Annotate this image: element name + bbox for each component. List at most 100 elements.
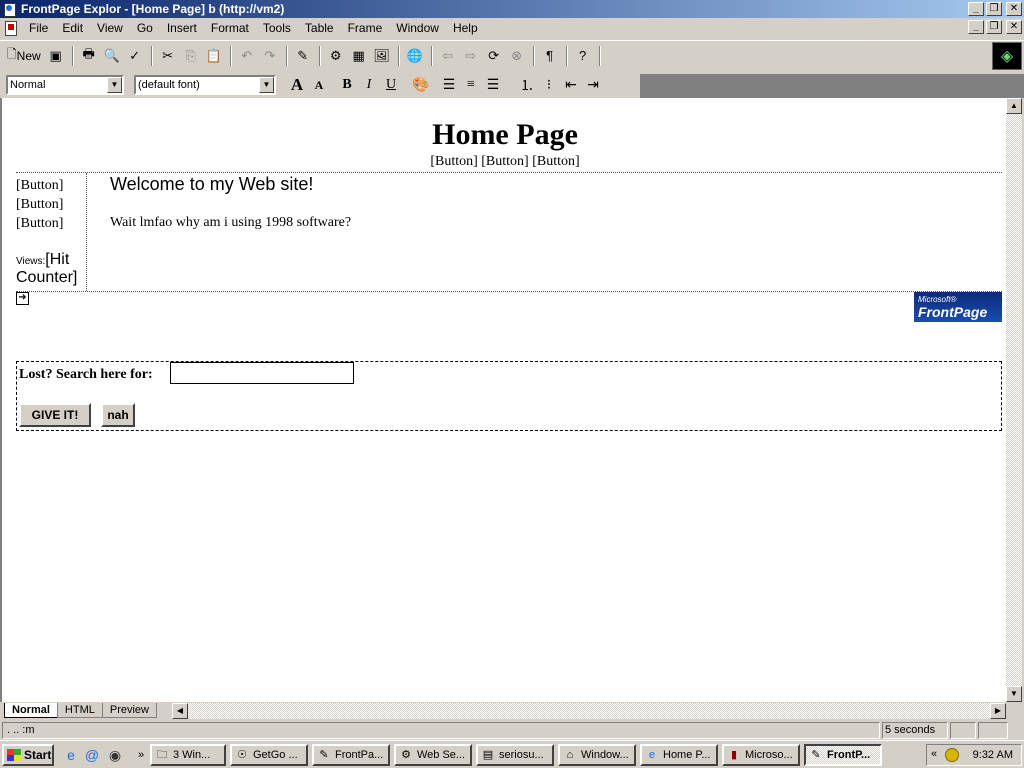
forward-button[interactable]: ⇨ bbox=[460, 45, 482, 67]
hit-counter-block[interactable]: Views:[Hit Counter] bbox=[16, 251, 77, 287]
italic-button[interactable]: I bbox=[358, 74, 380, 96]
explorer-button[interactable]: ✎ bbox=[292, 45, 314, 67]
restore-button[interactable]: ❐ bbox=[986, 2, 1002, 16]
taskbar-item[interactable]: 🗀 3 Win... bbox=[150, 744, 226, 766]
numbered-list-button[interactable]: ⒈ bbox=[516, 74, 538, 96]
magnifier-page-icon: 🔍 bbox=[103, 47, 120, 63]
menu-file[interactable]: File bbox=[22, 21, 55, 35]
arrow-right-icon[interactable]: ➜ bbox=[16, 292, 29, 305]
tab-html[interactable]: HTML bbox=[56, 702, 103, 718]
copy-button[interactable]: ⎘ bbox=[180, 45, 202, 67]
horizontal-scrollbar[interactable]: ◀ ▶ bbox=[172, 703, 1006, 719]
doc-restore-button[interactable]: ❐ bbox=[986, 20, 1002, 34]
vertical-scrollbar[interactable]: ▲ ▼ bbox=[1006, 98, 1022, 702]
back-button[interactable]: ⇦ bbox=[437, 45, 459, 67]
increase-indent-button[interactable]: ⇥ bbox=[582, 74, 604, 96]
align-center-button[interactable]: ≡ bbox=[460, 74, 482, 96]
page-editor[interactable]: Personal Web Home Page [Button] [Button]… bbox=[0, 98, 1006, 702]
tray-expand-icon[interactable]: « bbox=[931, 748, 937, 760]
start-button[interactable]: Start bbox=[2, 744, 54, 766]
scroll-up-button[interactable]: ▲ bbox=[1006, 98, 1022, 114]
document-menu-icon[interactable] bbox=[2, 20, 18, 36]
left-nav-button[interactable]: [Button] bbox=[16, 195, 63, 214]
taskbar-item[interactable]: ☉ GetGo ... bbox=[230, 744, 308, 766]
clock[interactable]: 9:32 AM bbox=[973, 749, 1013, 761]
taskbar-item[interactable]: ▮ Microso... bbox=[722, 744, 800, 766]
nah-button[interactable]: nah bbox=[101, 403, 135, 427]
document-icon: ▤ bbox=[482, 749, 494, 761]
undo-button[interactable]: ↶ bbox=[236, 45, 258, 67]
menu-help[interactable]: Help bbox=[446, 21, 485, 35]
chevron-down-icon[interactable]: ▼ bbox=[107, 77, 122, 93]
taskbar-item[interactable]: ⚙ Web Se... bbox=[394, 744, 472, 766]
insert-webbot-button[interactable]: ⚙ bbox=[325, 45, 347, 67]
welcome-heading[interactable]: Welcome to my Web site! bbox=[110, 174, 313, 195]
hyperlink-button[interactable]: 🌐 bbox=[404, 45, 426, 67]
style-select[interactable]: Normal ▼ bbox=[6, 75, 124, 95]
stop-button[interactable]: ⊗ bbox=[506, 45, 528, 67]
tab-preview[interactable]: Preview bbox=[101, 702, 157, 718]
refresh-button[interactable]: ⟳ bbox=[483, 45, 505, 67]
menu-window[interactable]: Window bbox=[389, 21, 446, 35]
scroll-down-button[interactable]: ▼ bbox=[1006, 686, 1022, 702]
bulleted-list-button[interactable]: ⁝ bbox=[538, 74, 560, 96]
help-button[interactable]: ? bbox=[572, 45, 594, 67]
align-right-button[interactable]: ☰ bbox=[482, 74, 504, 96]
left-nav-button[interactable]: [Button] bbox=[16, 214, 63, 233]
insert-table-button[interactable]: ▦ bbox=[348, 45, 370, 67]
menu-frame[interactable]: Frame bbox=[341, 21, 390, 35]
cut-button[interactable]: ✂ bbox=[157, 45, 179, 67]
media-player-icon[interactable]: ◉ bbox=[106, 746, 124, 764]
underline-button[interactable]: U bbox=[380, 74, 402, 96]
bold-button[interactable]: B bbox=[336, 74, 358, 96]
print-button[interactable]: 🖶 bbox=[78, 45, 100, 67]
decrease-font-button[interactable]: A bbox=[308, 74, 330, 96]
tab-normal[interactable]: Normal bbox=[4, 702, 58, 718]
search-input[interactable] bbox=[170, 362, 354, 384]
menu-edit[interactable]: Edit bbox=[55, 21, 90, 35]
font-select[interactable]: (default font) ▼ bbox=[134, 75, 276, 95]
italic-icon: I bbox=[366, 77, 372, 92]
save-button[interactable]: ▣ bbox=[45, 45, 67, 67]
taskbar-item[interactable]: ⌂ Window... bbox=[558, 744, 636, 766]
redo-button[interactable]: ↷ bbox=[259, 45, 281, 67]
taskbar-item[interactable]: ✎ FrontPa... bbox=[312, 744, 390, 766]
scroll-left-button[interactable]: ◀ bbox=[172, 703, 188, 719]
close-button[interactable]: ✕ bbox=[1006, 2, 1022, 16]
menu-go[interactable]: Go bbox=[130, 21, 160, 35]
doc-close-button[interactable]: ✕ bbox=[1006, 20, 1022, 34]
give-it-button[interactable]: GIVE IT! bbox=[19, 403, 91, 427]
chevron-down-icon[interactable]: ▼ bbox=[259, 77, 274, 93]
page-title[interactable]: Home Page bbox=[2, 118, 1006, 152]
doc-minimize-button[interactable]: _ bbox=[968, 20, 984, 34]
menu-insert[interactable]: Insert bbox=[160, 21, 204, 35]
toolbar-separator bbox=[532, 45, 535, 66]
internet-explorer-icon[interactable]: e bbox=[62, 746, 80, 764]
frontpage-app-icon[interactable] bbox=[2, 2, 18, 17]
align-left-button[interactable]: ☰ bbox=[438, 74, 460, 96]
quick-launch-more-icon[interactable]: » bbox=[132, 746, 150, 764]
insert-image-button[interactable]: 🖼 bbox=[371, 45, 393, 67]
decrease-indent-button[interactable]: ⇤ bbox=[560, 74, 582, 96]
menu-tools[interactable]: Tools bbox=[256, 21, 298, 35]
body-paragraph[interactable]: Wait lmfao why am i using 1998 software? bbox=[110, 215, 351, 231]
paste-button[interactable]: 📋 bbox=[203, 45, 225, 67]
taskbar-item[interactable]: e Home P... bbox=[640, 744, 718, 766]
taskbar-item-active[interactable]: ✎ FrontP... bbox=[804, 744, 882, 766]
taskbar-item[interactable]: ▤ seriosu... bbox=[476, 744, 554, 766]
scroll-right-button[interactable]: ▶ bbox=[990, 703, 1006, 719]
text-color-button[interactable]: 🎨 bbox=[410, 74, 432, 96]
outlook-express-icon[interactable]: @ bbox=[83, 746, 101, 764]
menu-view[interactable]: View bbox=[90, 21, 130, 35]
spelling-button[interactable]: ✓ bbox=[124, 45, 146, 67]
menu-table[interactable]: Table bbox=[298, 21, 341, 35]
left-nav-button[interactable]: [Button] bbox=[16, 176, 63, 195]
minimize-button[interactable]: _ bbox=[968, 2, 984, 16]
top-navigation-bar[interactable]: [Button] [Button] [Button] bbox=[2, 154, 1006, 170]
increase-font-button[interactable]: A bbox=[286, 74, 308, 96]
print-preview-button[interactable]: 🔍 bbox=[101, 45, 123, 67]
show-all-button[interactable]: ¶ bbox=[539, 45, 561, 67]
new-button[interactable]: 🗋 New bbox=[4, 45, 44, 67]
getgo-tray-icon[interactable] bbox=[945, 748, 959, 762]
menu-format[interactable]: Format bbox=[204, 21, 256, 35]
